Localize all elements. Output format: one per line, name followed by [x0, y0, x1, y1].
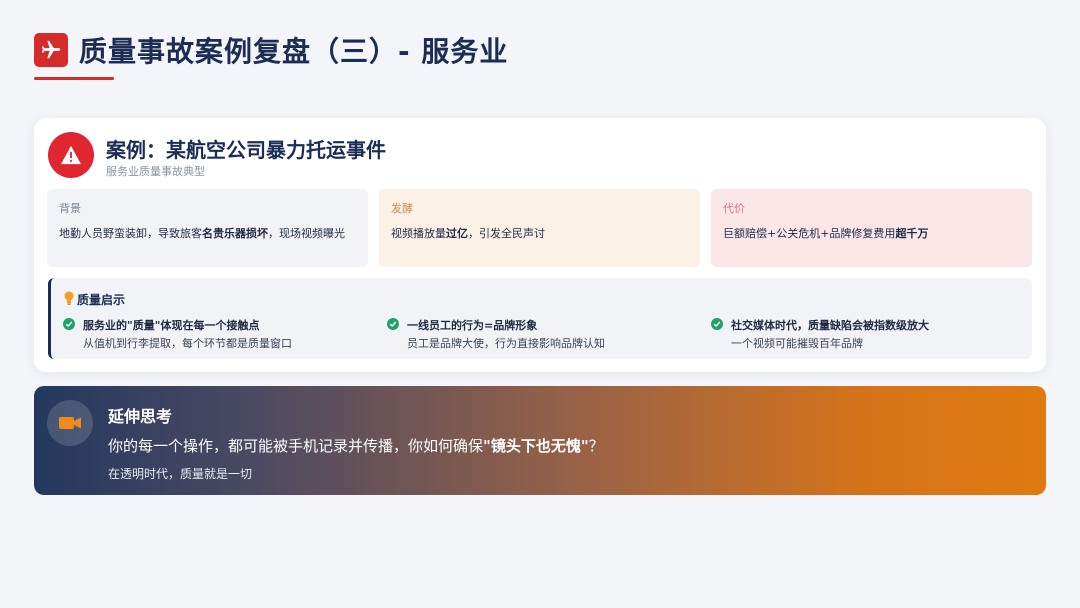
- background-text: 地勤人员野蛮装卸，导致旅客名贵乐器损坏，现场视频曝光: [59, 227, 345, 240]
- background-box: 背景 地勤人员野蛮装卸，导致旅客名贵乐器损坏，现场视频曝光: [47, 189, 368, 267]
- lightbulb-icon: [63, 290, 75, 309]
- insight-item-subtitle: 从值机到行李提取，每个环节都是质量窗口: [83, 337, 292, 350]
- ferment-box: 发酵 视频播放量过亿，引发全民声讨: [379, 189, 700, 267]
- warning-icon: [48, 132, 94, 178]
- insight-item-subtitle: 一个视频可能摧毁百年品牌: [731, 337, 863, 350]
- case-subtitle: 服务业质量事故典型: [106, 165, 205, 178]
- reflection-question: 你的每一个操作，都可能被手机记录并传播，你如何确保"镜头下也无愧"？: [108, 437, 604, 455]
- airplane-icon: [34, 33, 68, 67]
- insight-item-title: 社交媒体时代，质量缺陷会被指数级放大: [731, 319, 929, 332]
- check-circle-icon: [387, 318, 399, 330]
- insight-title: 质量启示: [77, 293, 126, 307]
- insight-item-subtitle: 员工是品牌大使，行为直接影响品牌认知: [407, 337, 605, 350]
- reflection-subtitle: 在透明时代，质量就是一切: [108, 467, 253, 481]
- insight-box: 质量启示 服务业的"质量"体现在每一个接触点 从值机到行李提取，每个环节都是质量…: [48, 278, 1032, 359]
- insight-item-title: 服务业的"质量"体现在每一个接触点: [83, 319, 260, 332]
- page-title: 质量事故案例复盘（三）- 服务业: [79, 35, 509, 68]
- ferment-text: 视频播放量过亿，引发全民声讨: [391, 227, 545, 240]
- background-label: 背景: [59, 202, 81, 215]
- page-header: 质量事故案例复盘（三）- 服务业: [34, 30, 508, 70]
- ferment-label: 发酵: [391, 202, 413, 215]
- cost-text: 巨额赔偿+公关危机+品牌修复费用超千万: [723, 227, 929, 240]
- reflection-card: 延伸思考 你的每一个操作，都可能被手机记录并传播，你如何确保"镜头下也无愧"？ …: [34, 386, 1046, 495]
- reflection-title: 延伸思考: [108, 407, 173, 426]
- cost-label: 代价: [723, 202, 745, 215]
- check-circle-icon: [711, 318, 723, 330]
- case-title: 案例：某航空公司暴力托运事件: [106, 138, 386, 162]
- insight-header: 质量启示: [63, 290, 125, 309]
- insight-item-title: 一线员工的行为=品牌形象: [407, 319, 538, 332]
- title-underline: [34, 77, 114, 80]
- check-circle-icon: [63, 318, 75, 330]
- case-card: 案例：某航空公司暴力托运事件 服务业质量事故典型 背景 地勤人员野蛮装卸，导致旅…: [34, 118, 1046, 372]
- video-camera-icon: [47, 400, 93, 446]
- cost-box: 代价 巨额赔偿+公关危机+品牌修复费用超千万: [711, 189, 1032, 267]
